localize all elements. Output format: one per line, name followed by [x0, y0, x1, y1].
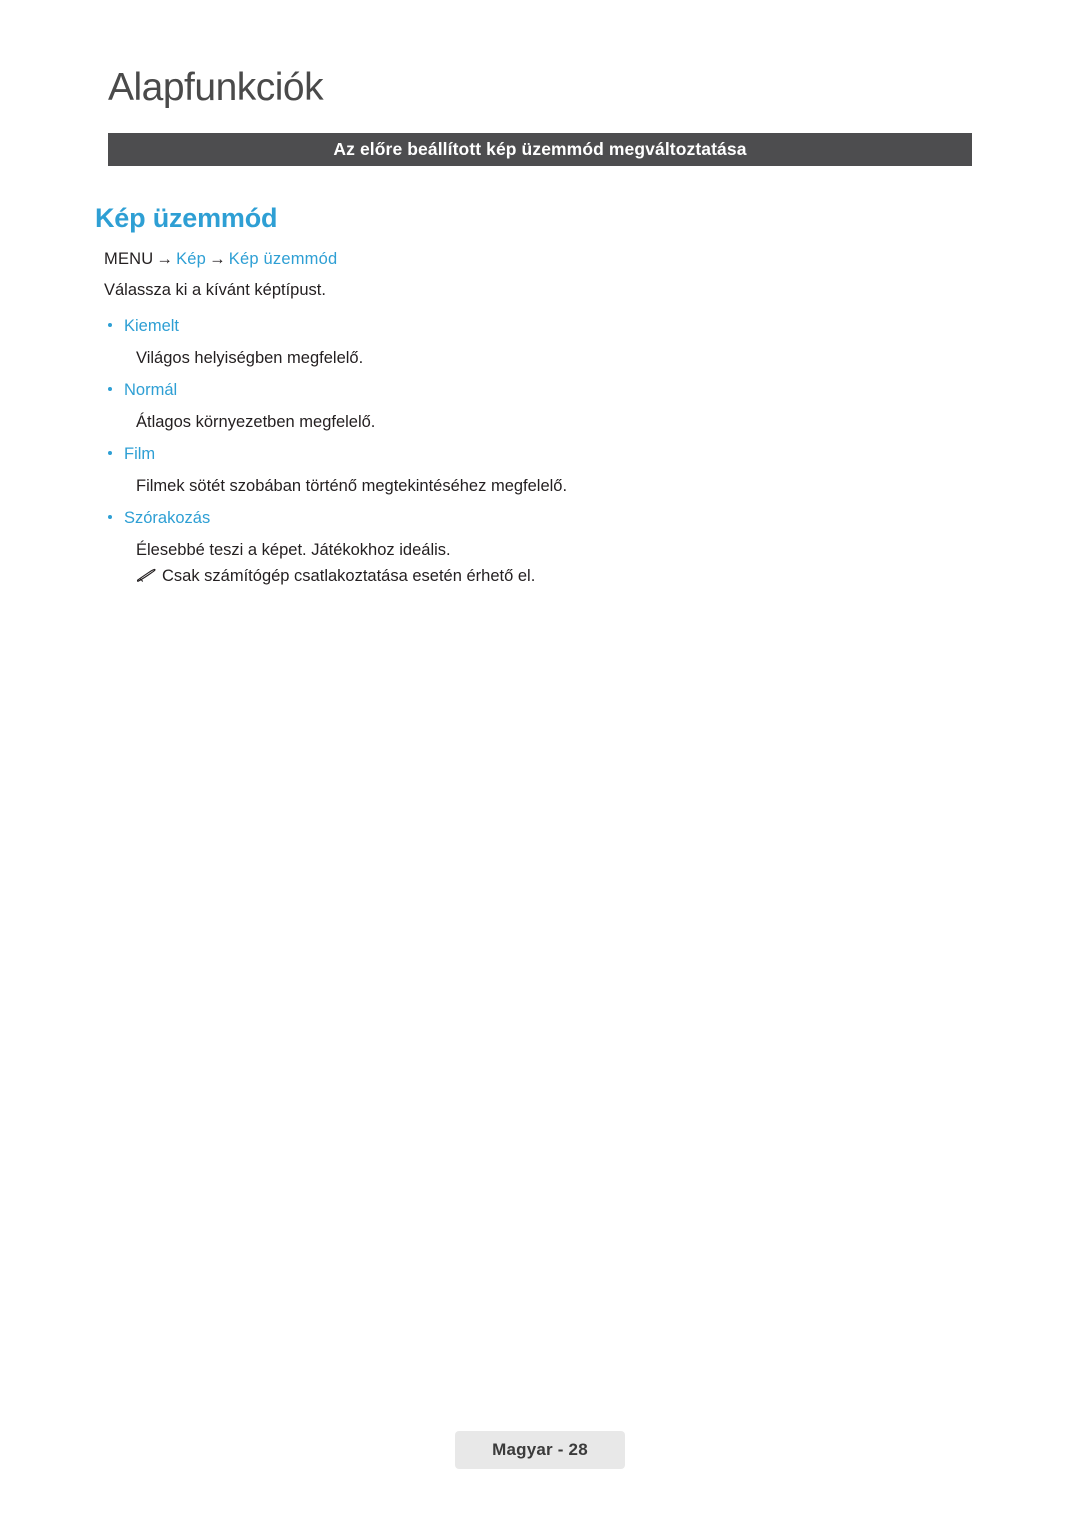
- page-footer: Magyar - 28: [455, 1431, 625, 1469]
- menu-path-root: MENU: [104, 250, 154, 268]
- menu-path-level2: Kép üzemmód: [228, 250, 338, 268]
- bullet-dot-icon: [108, 515, 112, 520]
- option-label-kiemelt: Kiemelt: [124, 317, 180, 335]
- bullet-dot-icon: [108, 323, 112, 328]
- option-item-film: Film: [108, 445, 155, 464]
- menu-path: MENU → Kép → Kép üzemmód: [104, 250, 337, 269]
- page-title: Alapfunkciók: [108, 66, 324, 109]
- note-row: Csak számítógép csatlakoztatása esetén é…: [136, 567, 535, 586]
- feature-heading: Kép üzemmód: [95, 203, 278, 233]
- option-label-szorakozas: Szórakozás: [124, 509, 211, 527]
- manual-page: Alapfunkciók Az előre beállított kép üze…: [0, 0, 1080, 1519]
- menu-path-arrow-2: →: [209, 250, 226, 268]
- option-desc-normal: Átlagos környezetben megfelelő.: [136, 413, 376, 431]
- section-banner: Az előre beállított kép üzemmód megválto…: [108, 133, 972, 166]
- page-number-label: Magyar - 28: [492, 1440, 588, 1459]
- option-desc-film: Filmek sötét szobában történő megtekinté…: [136, 477, 568, 495]
- pencil-note-icon: [136, 568, 156, 584]
- option-item-kiemelt: Kiemelt: [108, 317, 179, 336]
- bullet-dot-icon: [108, 451, 112, 456]
- menu-path-arrow-1: →: [156, 250, 174, 268]
- menu-path-level1: Kép: [176, 250, 207, 268]
- option-item-normal: Normál: [108, 381, 177, 400]
- option-desc-kiemelt: Világos helyiségben megfelelő.: [136, 349, 364, 367]
- bullet-dot-icon: [108, 387, 112, 392]
- option-label-normal: Normál: [124, 381, 178, 399]
- note-text: Csak számítógép csatlakoztatása esetén é…: [162, 567, 536, 585]
- option-desc-szorakozas: Élesebbé teszi a képet. Játékokhoz ideál…: [136, 541, 451, 559]
- option-label-film: Film: [124, 445, 156, 463]
- option-item-szorakozas: Szórakozás: [108, 509, 210, 528]
- section-banner-label: Az előre beállított kép üzemmód megválto…: [333, 139, 747, 159]
- intro-text: Válassza ki a kívánt képtípust.: [104, 281, 326, 299]
